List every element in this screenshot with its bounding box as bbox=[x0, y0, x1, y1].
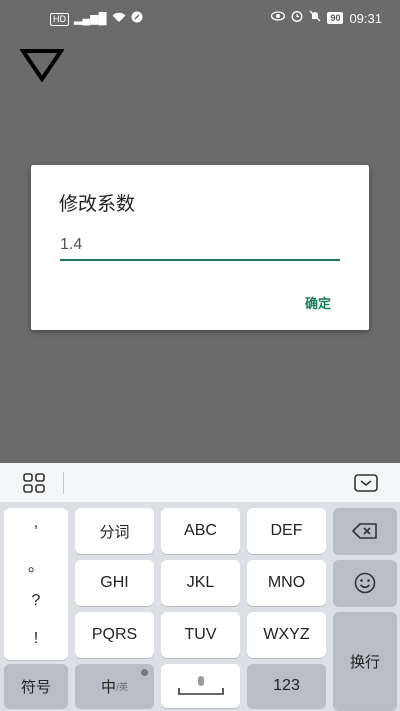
key-wxyz[interactable]: WXYZ bbox=[247, 612, 326, 658]
key-tuv[interactable]: TUV bbox=[161, 612, 240, 658]
status-bar: HD ▂▄▆█ 90 09:31 bbox=[0, 0, 400, 36]
edit-coefficient-dialog: 修改系数 确定 bbox=[31, 165, 369, 330]
alarm-icon bbox=[291, 10, 303, 26]
punct-comma-key[interactable]: , bbox=[4, 514, 68, 532]
grid-menu-icon[interactable] bbox=[23, 473, 45, 493]
backspace-icon bbox=[352, 523, 377, 539]
key-jkl[interactable]: JKL bbox=[161, 560, 240, 606]
punct-period-key[interactable]: 。 bbox=[4, 552, 68, 576]
key-pqrs[interactable]: PQRS bbox=[75, 612, 154, 658]
punct-question-key[interactable]: ? bbox=[4, 592, 68, 610]
notification-icon bbox=[131, 11, 143, 27]
lang-cn-label: 中 bbox=[100, 677, 116, 696]
wifi-icon bbox=[112, 12, 126, 27]
numbers-key[interactable]: 123 bbox=[247, 664, 326, 708]
dialog-title: 修改系数 bbox=[59, 193, 136, 215]
key-ghi[interactable]: GHI bbox=[75, 560, 154, 606]
keyboard: , 。 ? ! 分词 ABC DEF GHI JKL MNO PQRS TUV … bbox=[0, 463, 400, 711]
emoji-key[interactable] bbox=[333, 560, 397, 606]
triangle-logo-icon bbox=[20, 49, 64, 82]
backspace-key[interactable] bbox=[333, 508, 397, 554]
toolbar-divider bbox=[63, 472, 64, 494]
punct-exclaim-key[interactable]: ! bbox=[4, 630, 68, 648]
mute-icon bbox=[309, 10, 321, 26]
keyboard-toolbar bbox=[0, 463, 400, 502]
space-key[interactable] bbox=[161, 664, 240, 708]
status-time: 09:31 bbox=[349, 10, 382, 26]
key-def[interactable]: DEF bbox=[247, 508, 326, 554]
punctuation-column: , 。 ? ! bbox=[4, 508, 68, 660]
symbols-key[interactable]: 符号 bbox=[4, 664, 68, 708]
space-mic-icon bbox=[177, 676, 224, 695]
confirm-button[interactable]: 确定 bbox=[305, 293, 331, 312]
battery-indicator: 90 bbox=[327, 12, 344, 24]
hide-keyboard-icon[interactable] bbox=[354, 474, 378, 492]
lang-dot-icon bbox=[141, 669, 148, 676]
eye-icon bbox=[271, 11, 286, 25]
key-abc[interactable]: ABC bbox=[161, 508, 240, 554]
key-mno[interactable]: MNO bbox=[247, 560, 326, 606]
coefficient-input[interactable] bbox=[60, 233, 340, 261]
hd-icon: HD bbox=[50, 12, 69, 26]
key-fenci[interactable]: 分词 bbox=[75, 508, 154, 554]
lang-en-label: /英 bbox=[115, 682, 129, 693]
enter-key[interactable]: 换行 bbox=[333, 612, 397, 710]
emoji-icon bbox=[354, 572, 376, 594]
language-switch-key[interactable]: 中/英 bbox=[75, 664, 154, 708]
signal-icon: ▂▄▆█ bbox=[74, 13, 107, 25]
